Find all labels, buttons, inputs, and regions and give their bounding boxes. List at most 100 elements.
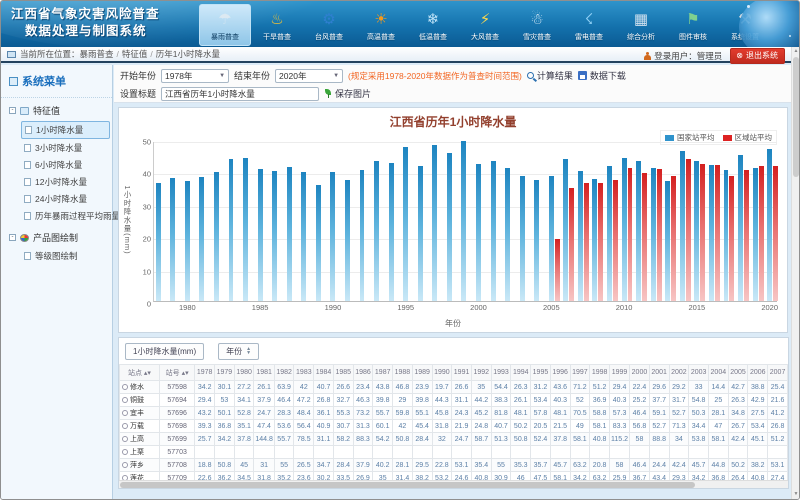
value-cell	[254, 446, 274, 459]
value-cell: 49	[570, 420, 590, 433]
x-axis-label: 年份	[119, 318, 787, 329]
bar-national-2004	[534, 180, 539, 301]
sidebar-item-1小时降水量[interactable]: 1小时降水量	[21, 121, 110, 139]
x-tick-label: 2000	[470, 301, 487, 312]
vertical-scrollbar[interactable]: ▲ ▼	[791, 47, 799, 499]
row-radio-button[interactable]	[122, 384, 128, 390]
toolbar-item-label: 高温普查	[367, 32, 395, 42]
high-temp-icon: ☀	[368, 8, 394, 30]
breadcrumb-item[interactable]: 暴雨普查	[80, 49, 114, 59]
toolbar-item-10[interactable]: ⚑图件审核	[667, 4, 719, 46]
value-cell: 53.4	[748, 420, 768, 433]
breadcrumb-item[interactable]: 特征值	[122, 49, 148, 59]
value-cell: 40.9	[314, 420, 334, 433]
sidebar-group-2[interactable]: - 产品图绘制	[1, 225, 112, 247]
query-controls: 开始年份 1978年▼ 结束年份 2020年▼ (规定采用1978-2020年数…	[114, 65, 791, 103]
chart-title-input[interactable]: 江西省历年1小时降水量	[161, 87, 319, 101]
sidebar-item-12小时降水量[interactable]: 12小时降水量	[21, 174, 110, 190]
download-button[interactable]: 数据下载	[578, 69, 626, 82]
toolbar-item-5[interactable]: ❄低温普查	[407, 4, 459, 46]
toolbar-item-3[interactable]: ⚙台风普查	[303, 4, 355, 46]
breadcrumb-item[interactable]: 历年1小时降水量	[156, 49, 220, 59]
station-name-cell: 上高	[120, 433, 160, 446]
toolbar-item-4[interactable]: ☀ 高温普查	[355, 4, 407, 46]
value-cell: 56.4	[294, 420, 314, 433]
sidebar-item-6小时降水量[interactable]: 6小时降水量	[21, 157, 110, 173]
row-radio-button[interactable]	[122, 462, 128, 468]
breadcrumb-separator: /	[150, 49, 152, 59]
value-cell: 57.3	[609, 407, 629, 420]
scroll-up-icon[interactable]: ▲	[792, 47, 800, 56]
toolbar-item-7[interactable]: ☃雪灾普查	[511, 4, 563, 46]
end-year-select[interactable]: 2020年▼	[275, 69, 343, 83]
value-cell: 42.4	[728, 433, 748, 446]
scroll-down-icon[interactable]: ▼	[792, 490, 800, 499]
toolbar-item-8[interactable]: ☇雷电普查	[563, 4, 615, 46]
year-column-header-1987: 1987	[373, 365, 393, 381]
value-cell: 45.7	[689, 459, 709, 472]
year-column-header-1980: 1980	[234, 365, 254, 381]
start-year-select[interactable]: 1978年▼	[161, 69, 229, 83]
table-row[interactable]: 萍乡5770818.850.845315526.534.728.437.940.…	[120, 459, 788, 472]
bar-national-1991	[345, 180, 350, 302]
table-row[interactable]: 万载5769839.336.835.147.453.656.440.930.73…	[120, 420, 788, 433]
value-cell: 37.7	[649, 394, 669, 407]
value-cell: 25	[708, 394, 728, 407]
bar-national-1978	[156, 183, 161, 301]
year-column-header-1978: 1978	[195, 365, 215, 381]
horizontal-scrollbar[interactable]	[119, 480, 788, 488]
breadcrumb-separator: /	[117, 49, 119, 59]
location-icon	[7, 51, 16, 58]
sidebar-item-label: 12小时降水量	[35, 176, 87, 188]
year-sort-control[interactable]: 年份 ▲▼	[218, 343, 259, 360]
row-radio-button[interactable]	[122, 410, 128, 416]
value-cell: 59.1	[649, 407, 669, 420]
toolbar-item-6[interactable]: ⚡大风普查	[459, 4, 511, 46]
sidebar-item-等级图绘制[interactable]: 等级图绘制	[21, 248, 110, 264]
station-column-header[interactable]: 站点 ▴▾	[120, 365, 160, 381]
logout-button[interactable]: ⊗ 退出系统	[730, 48, 785, 64]
value-cell: 44.3	[432, 394, 452, 407]
table-row[interactable]: 上高5769925.734.237.8144.855.778.531.158.2…	[120, 433, 788, 446]
row-radio-button[interactable]	[122, 449, 128, 455]
expander-icon[interactable]: -	[9, 107, 16, 114]
row-radio-button[interactable]	[122, 423, 128, 429]
row-radio-button[interactable]	[122, 436, 128, 442]
year-column-header-1999: 1999	[609, 365, 629, 381]
table-row[interactable]: 上栗57703	[120, 446, 788, 459]
station-id-column-header[interactable]: 站号 ▴▾	[159, 365, 194, 381]
table-row[interactable]: 铜鼓5769429.45334.137.946.447.226.832.746.…	[120, 394, 788, 407]
row-radio-button[interactable]	[122, 397, 128, 403]
year-column-header-1992: 1992	[471, 365, 491, 381]
station-id-cell: 57598	[159, 381, 194, 394]
table-grid: 站点 ▴▾站号 ▴▾197819791980198119821983198419…	[119, 364, 788, 488]
sidebar-group-label: 产品图绘制	[33, 231, 78, 244]
sidebar-item-3小时降水量[interactable]: 3小时降水量	[21, 140, 110, 156]
value-cell: 55.1	[412, 407, 432, 420]
breadcrumb: 暴雨普查/特征值/历年1小时降水量	[80, 48, 221, 60]
toolbar-item-9[interactable]: ▦综合分析	[615, 4, 667, 46]
vertical-scrollbar-thumb[interactable]	[793, 57, 799, 177]
value-cell: 38.8	[748, 381, 768, 394]
toolbar-item-2[interactable]: ♨干旱普查	[251, 4, 303, 46]
table-row[interactable]: 宜丰5769643.250.152.824.728.348.436.155.37…	[120, 407, 788, 420]
calculate-button[interactable]: 计算结果	[527, 69, 573, 82]
sidebar-item-24小时降水量[interactable]: 24小时降水量	[21, 191, 110, 207]
year-column-header-1994: 1994	[511, 365, 531, 381]
sidebar-header-label: 系统菜单	[22, 73, 66, 89]
power-icon: ⊗	[736, 52, 743, 60]
toolbar-item-1[interactable]: ☂暴雨普查	[199, 4, 251, 46]
sort-arrows-icon[interactable]: ▲▼	[246, 347, 251, 355]
table-row[interactable]: 修水5759834.230.127.226.163.94240.726.623.…	[120, 381, 788, 394]
expander-icon[interactable]: -	[9, 234, 16, 241]
horizontal-scrollbar-thumb[interactable]	[120, 482, 695, 488]
bar-national-1981	[199, 177, 204, 301]
bar-regional-2007	[584, 183, 589, 301]
year-column-header-1988: 1988	[393, 365, 413, 381]
value-cell: 58.1	[570, 433, 590, 446]
value-cell: 36.8	[215, 420, 235, 433]
save-image-button[interactable]: 保存图片	[324, 87, 371, 100]
sidebar-group-1[interactable]: -特征值	[1, 98, 112, 120]
sidebar-item-历年暴雨过程平均雨量[interactable]: 历年暴雨过程平均雨量	[21, 208, 110, 224]
value-cell: 55	[274, 459, 294, 472]
